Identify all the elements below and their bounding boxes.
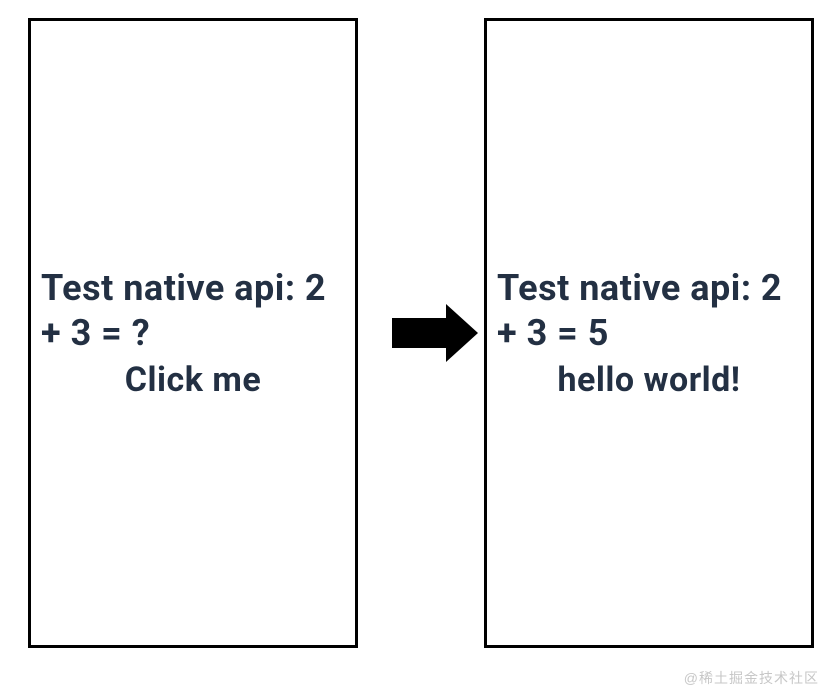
click-me-button[interactable]: Click me [41, 360, 345, 400]
hello-world-text: hello world! [497, 360, 801, 400]
arrow-right-icon [392, 318, 450, 348]
phone-frame-before: Test native api: 2 + 3 = ? Click me [28, 18, 358, 648]
watermark: @稀土掘金技术社区 [684, 668, 819, 688]
result-text-after: Test native api: 2 + 3 = 5 [497, 266, 801, 356]
transition-arrow [378, 318, 464, 348]
comparison-stage: Test native api: 2 + 3 = ? Click me Test… [28, 18, 814, 648]
phone-frame-after: Test native api: 2 + 3 = 5 hello world! [484, 18, 814, 648]
result-text-before: Test native api: 2 + 3 = ? [41, 266, 345, 356]
